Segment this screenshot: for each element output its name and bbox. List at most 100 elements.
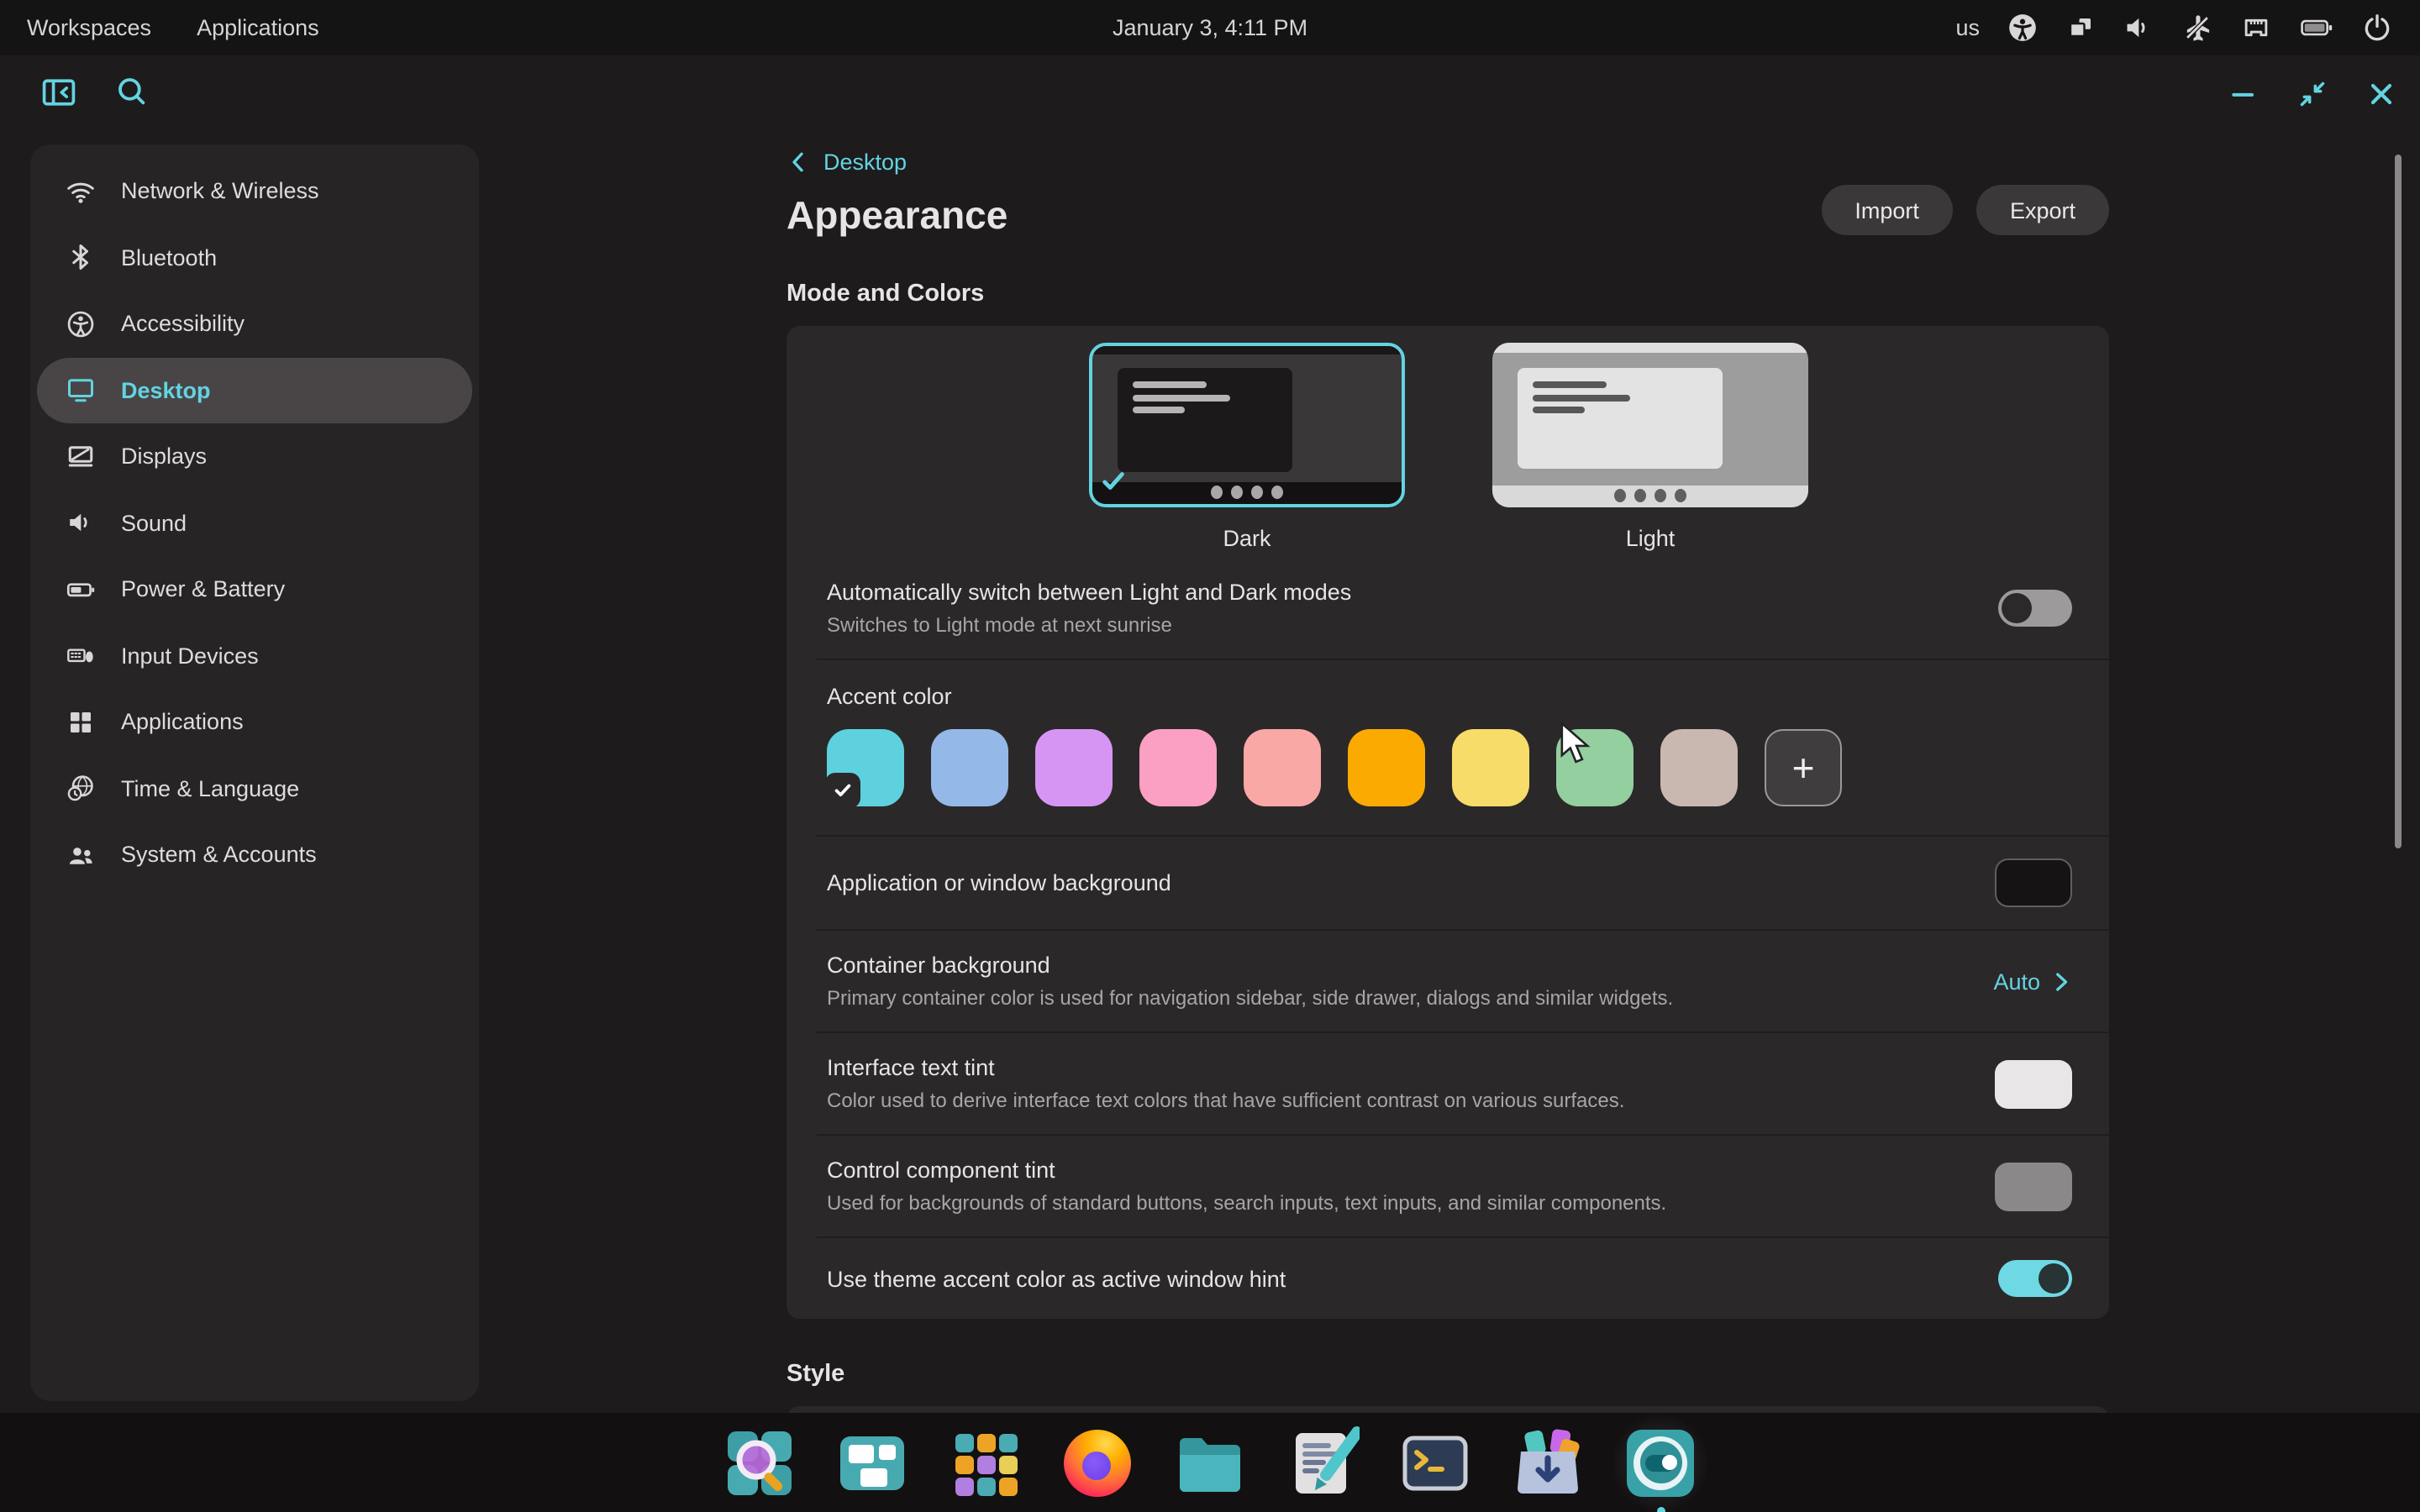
sidebar-item-applications[interactable]: Applications	[37, 689, 472, 755]
accent-swatch-pink[interactable]	[1139, 729, 1217, 806]
sidebar-item-label: Input Devices	[121, 643, 259, 669]
sidebar-item-desktop[interactable]: Desktop	[37, 357, 472, 423]
desktop-icon	[66, 375, 96, 406]
window-hint-toggle[interactable]	[1998, 1260, 2072, 1297]
sidebar-item-label: Applications	[121, 710, 244, 735]
window-hint-row: Use theme accent color as active window …	[786, 1238, 2109, 1319]
app-background-swatch[interactable]	[1995, 858, 2072, 907]
add-accent-color-button[interactable]: +	[1765, 729, 1842, 806]
input-devices-icon	[66, 641, 96, 671]
text-editor-icon	[1286, 1425, 1360, 1499]
container-background-auto-link[interactable]: Auto	[1993, 969, 2072, 994]
accent-swatch-cyan[interactable]	[827, 729, 904, 806]
sidebar-item-input-devices[interactable]: Input Devices	[37, 622, 472, 689]
dock-item-terminal[interactable]	[1398, 1425, 1472, 1499]
control-tint-swatch[interactable]	[1995, 1162, 2072, 1210]
battery-icon[interactable]	[2299, 12, 2334, 44]
selected-check-icon	[825, 773, 860, 808]
applications-menu[interactable]: Applications	[197, 15, 319, 40]
container-background-description: Primary container color is used for navi…	[827, 986, 1673, 1010]
dock-item-files[interactable]	[1173, 1425, 1247, 1499]
ethernet-icon[interactable]	[2240, 12, 2272, 44]
sidebar-item-displays[interactable]: Displays	[37, 423, 472, 490]
scrollbar-thumb[interactable]	[2395, 155, 2402, 848]
dock-item-settings-active[interactable]	[1623, 1425, 1697, 1499]
accent-swatch-salmon[interactable]	[1244, 729, 1321, 806]
settings-sidebar: Network & Wireless Bluetooth Accessibili…	[30, 144, 479, 1401]
accessibility-status-icon[interactable]	[2007, 12, 2039, 44]
accent-swatch-yellow[interactable]	[1452, 729, 1529, 806]
window-switcher-icon[interactable]	[2065, 13, 2096, 43]
sidebar-item-time-language[interactable]: Time & Language	[37, 755, 472, 822]
workspaces-menu[interactable]: Workspaces	[27, 15, 151, 40]
interface-tint-description: Color used to derive interface text colo…	[827, 1089, 1624, 1112]
interface-tint-swatch[interactable]	[1995, 1059, 2072, 1108]
dock-item-app-library[interactable]	[948, 1425, 1022, 1499]
sidebar-item-system-accounts[interactable]: System & Accounts	[37, 822, 472, 888]
files-icon	[1173, 1425, 1247, 1499]
clock[interactable]: January 3, 4:11 PM	[1113, 15, 1307, 40]
auto-switch-row: Automatically switch between Light and D…	[786, 558, 2109, 659]
accent-swatch-orange[interactable]	[1348, 729, 1425, 806]
sidebar-item-label: Network & Wireless	[121, 179, 319, 204]
volume-icon[interactable]	[2123, 12, 2154, 44]
sidebar-item-label: Displays	[121, 444, 207, 470]
sidebar-item-network-wireless[interactable]: Network & Wireless	[37, 158, 472, 224]
wifi-icon	[66, 176, 96, 207]
bluetooth-icon	[66, 243, 96, 273]
sidebar-item-power-battery[interactable]: Power & Battery	[37, 556, 472, 622]
mode-option-dark[interactable]: Dark	[1089, 343, 1405, 551]
time-language-icon	[66, 774, 96, 804]
top-panel: Workspaces Applications January 3, 4:11 …	[0, 0, 2420, 55]
app-store-icon	[1511, 1425, 1585, 1499]
accessibility-icon	[66, 309, 96, 339]
container-background-row: Container background Primary container c…	[786, 931, 2109, 1032]
sidebar-item-label: Desktop	[121, 378, 211, 403]
power-icon[interactable]	[2361, 12, 2393, 44]
auto-switch-toggle[interactable]	[1998, 590, 2072, 627]
accent-swatch-tan[interactable]	[1660, 729, 1738, 806]
sound-icon	[66, 508, 96, 538]
appearance-page: Desktop Appearance Import Export Mode an…	[786, 144, 2109, 1507]
chevron-left-icon	[786, 149, 812, 174]
dock-item-text-editor[interactable]	[1286, 1425, 1360, 1499]
back-link[interactable]: Desktop	[786, 144, 2109, 178]
sidebar-toggle-icon[interactable]	[40, 74, 77, 111]
sidebar-item-accessibility[interactable]: Accessibility	[37, 291, 472, 357]
light-mode-thumbnail	[1492, 343, 1808, 507]
accent-swatch-blue[interactable]	[931, 729, 1008, 806]
dock-item-workspaces[interactable]	[835, 1425, 909, 1499]
keyboard-layout-indicator[interactable]: us	[1955, 15, 1980, 40]
dock-item-launcher[interactable]	[723, 1425, 797, 1499]
accent-swatch-purple[interactable]	[1035, 729, 1113, 806]
mode-option-light[interactable]: Light	[1492, 343, 1808, 551]
auto-switch-title: Automatically switch between Light and D…	[827, 580, 1351, 605]
restore-button[interactable]	[2296, 77, 2329, 111]
close-button[interactable]	[2365, 77, 2398, 111]
sidebar-item-label: Power & Battery	[121, 577, 285, 602]
sidebar-item-bluetooth[interactable]: Bluetooth	[37, 224, 472, 291]
desktop-screen: Workspaces Applications January 3, 4:11 …	[0, 0, 2420, 1512]
import-button[interactable]: Import	[1821, 185, 1953, 235]
dock-item-app-store[interactable]	[1511, 1425, 1585, 1499]
search-icon[interactable]	[114, 74, 150, 111]
terminal-icon	[1398, 1425, 1472, 1499]
dock	[0, 1413, 2420, 1512]
accent-color-label: Accent color	[827, 684, 2072, 709]
export-button[interactable]: Export	[1976, 185, 2109, 235]
sidebar-item-sound[interactable]: Sound	[37, 490, 472, 556]
style-heading: Style	[786, 1361, 2109, 1388]
minimize-button[interactable]	[2227, 77, 2260, 111]
accent-color-section: Accent color +	[786, 660, 2109, 835]
control-tint-row: Control component tint Used for backgrou…	[786, 1136, 2109, 1236]
airplane-mode-off-icon[interactable]	[2181, 12, 2213, 44]
firefox-icon	[1064, 1429, 1131, 1496]
container-background-title: Container background	[827, 953, 1673, 978]
launcher-icon	[723, 1425, 797, 1499]
sidebar-item-label: Accessibility	[121, 312, 245, 337]
interface-tint-row: Interface text tint Color used to derive…	[786, 1033, 2109, 1134]
dock-item-firefox[interactable]	[1060, 1425, 1134, 1499]
displays-icon	[66, 442, 96, 472]
mode-label-light: Light	[1492, 526, 1808, 551]
chevron-right-icon	[2052, 969, 2072, 994]
